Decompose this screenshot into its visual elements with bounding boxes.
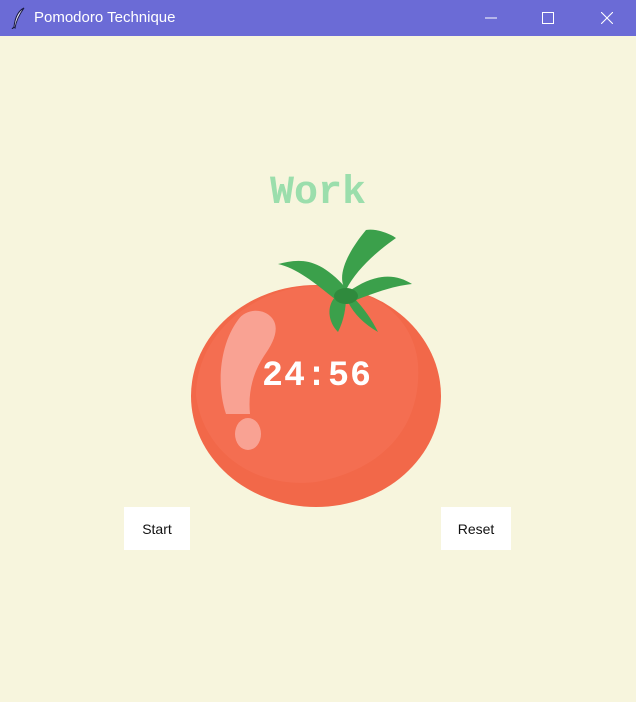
maximize-button[interactable] bbox=[519, 0, 577, 36]
close-button[interactable] bbox=[578, 0, 636, 36]
minimize-button[interactable] bbox=[462, 0, 520, 36]
feather-icon bbox=[11, 7, 25, 29]
title-bar[interactable]: Pomodoro Technique bbox=[0, 0, 636, 36]
minimize-icon bbox=[485, 17, 497, 19]
close-icon bbox=[601, 12, 613, 24]
window-title: Pomodoro Technique bbox=[34, 9, 176, 26]
app-window: Pomodoro Technique Work 24:56 Start Rese… bbox=[0, 0, 636, 702]
start-button[interactable]: Start bbox=[124, 507, 190, 550]
mode-heading: Work bbox=[269, 171, 366, 216]
reset-button[interactable]: Reset bbox=[441, 507, 511, 550]
maximize-icon bbox=[542, 12, 554, 24]
timer-display: 24:56 bbox=[261, 356, 373, 396]
